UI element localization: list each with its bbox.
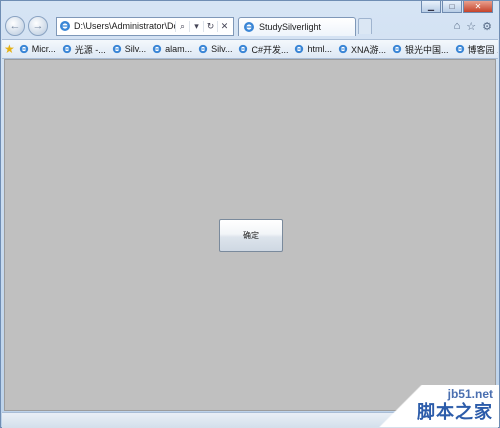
maximize-button[interactable]: □: [442, 1, 462, 13]
refresh-icon[interactable]: ↻: [203, 20, 217, 32]
favorite-label: 银光中国...: [405, 44, 449, 55]
watermark-brand: 脚本之家: [417, 402, 493, 422]
favorite-label: html...: [307, 44, 332, 54]
favorite-label: Silv...: [211, 44, 233, 54]
favorite-link[interactable]: C#开发...: [238, 43, 288, 56]
favorite-link[interactable]: Micr...: [19, 44, 56, 54]
address-bar[interactable]: D:\Users\Administrator\Documents ⌕ ▾ ↻ ✕: [56, 16, 234, 36]
silverlight-content-area: 确定: [4, 59, 496, 411]
favorite-label: 光源 -...: [74, 44, 106, 55]
ie-page-icon: [60, 21, 70, 31]
browser-tools: ⌂ ☆ ⚙: [454, 20, 495, 33]
address-input[interactable]: D:\Users\Administrator\Documents: [74, 21, 175, 31]
confirm-button[interactable]: 确定: [219, 219, 283, 252]
favorite-link[interactable]: alam...: [152, 44, 192, 54]
ie-favorite-icon: [295, 44, 304, 54]
favorite-label: Silv...: [124, 44, 147, 54]
back-arrow-icon: ←: [9, 20, 21, 32]
forward-arrow-icon: →: [32, 20, 44, 32]
favorites-list: Micr... 光源 -... Silv... alam... Silv... C#开发.…: [19, 43, 498, 56]
close-button[interactable]: ✕: [463, 1, 493, 13]
window-controls: ▁ □ ✕: [421, 1, 493, 13]
favorite-link[interactable]: Silv...: [112, 44, 146, 54]
ie-favorite-icon: [112, 44, 121, 54]
favorites-star-icon[interactable]: ★: [4, 42, 15, 56]
favorite-label: 博客园 ...: [467, 44, 498, 55]
stop-icon[interactable]: ✕: [217, 20, 231, 32]
favorite-label: Micr...: [31, 44, 56, 54]
favorite-link[interactable]: 银光中国...: [392, 43, 449, 56]
ie-favorite-icon: [455, 44, 464, 54]
favorite-link[interactable]: html...: [294, 44, 332, 54]
ie-tab-icon: [244, 21, 254, 32]
favorite-label: alam...: [165, 44, 193, 54]
favorites-icon[interactable]: ☆: [466, 20, 476, 33]
ie-favorite-icon: [62, 44, 71, 54]
tab-title: StudySilverlight: [259, 21, 322, 32]
favorite-link[interactable]: Silv...: [198, 44, 232, 54]
back-button[interactable]: ←: [5, 16, 25, 36]
ie-favorite-icon: [152, 44, 162, 54]
search-icon[interactable]: ⌕: [175, 20, 189, 32]
ie-favorite-icon: [19, 44, 28, 54]
ie-favorite-icon: [338, 44, 348, 54]
dropdown-icon[interactable]: ▾: [189, 20, 203, 32]
navigation-bar: ← → D:\Users\Administrator\Documents ⌕ ▾…: [5, 15, 495, 37]
favorite-link[interactable]: XNA游...: [338, 43, 386, 56]
favorite-link[interactable]: 光源 -...: [62, 43, 106, 56]
favorites-bar: ★ Micr... 光源 -... Silv... alam... Silv... C#开…: [2, 39, 498, 59]
forward-button[interactable]: →: [28, 16, 48, 36]
ie-favorite-icon: [198, 44, 208, 54]
favorite-label: XNA游...: [351, 44, 387, 55]
tools-icon[interactable]: ⚙: [482, 20, 492, 33]
tab-studysilverlight[interactable]: StudySilverlight: [238, 16, 356, 36]
ie-favorite-icon: [392, 44, 402, 54]
browser-window: ▁ □ ✕ ← → D:\Users\Administrator\Documen…: [0, 0, 500, 428]
ie-favorite-icon: [239, 44, 248, 54]
watermark: jb51.net 脚本之家: [369, 385, 499, 427]
favorite-link[interactable]: 博客园 ...: [455, 43, 498, 56]
minimize-button[interactable]: ▁: [421, 1, 441, 13]
new-tab-button[interactable]: [358, 18, 372, 34]
home-icon[interactable]: ⌂: [454, 20, 461, 32]
favorite-label: C#开发...: [251, 44, 289, 55]
